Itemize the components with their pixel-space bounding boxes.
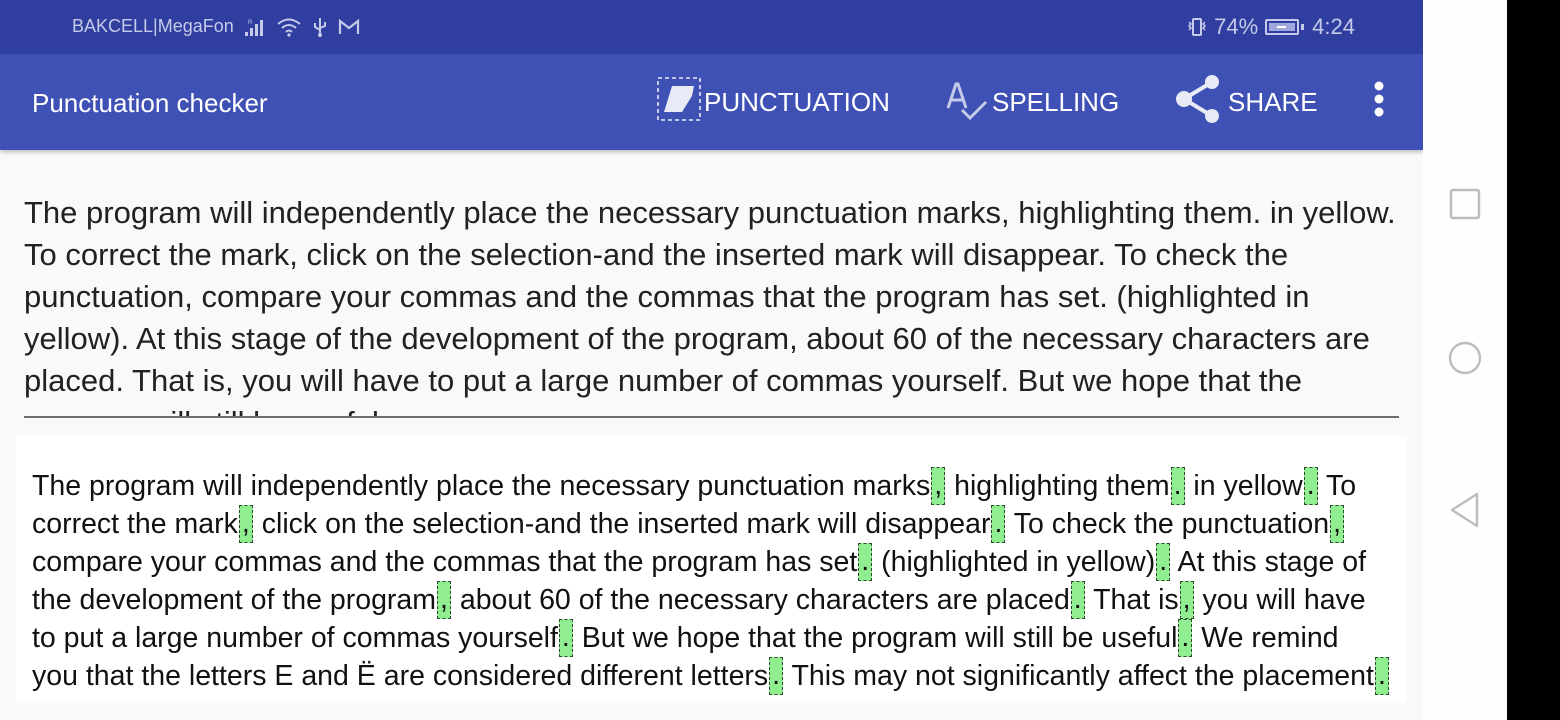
- back-icon: [1449, 492, 1481, 533]
- inserted-mark[interactable]: .: [991, 505, 1006, 543]
- punctuation-label: PUNCTUATION: [704, 86, 890, 117]
- clock: 4:24: [1312, 14, 1355, 39]
- status-left: BAKCELL|MegaFon R: [72, 16, 360, 37]
- punctuation-button[interactable]: PUNCTUATION: [656, 76, 890, 128]
- inserted-mark[interactable]: ,: [1179, 581, 1194, 619]
- spellcheck-icon: [944, 76, 990, 129]
- more-vert-icon: [1373, 81, 1385, 124]
- share-icon: [1172, 72, 1226, 133]
- recents-icon: [1449, 188, 1481, 225]
- screen-edge: [1507, 0, 1560, 720]
- result-text-segment: compare your commas and the commas that …: [32, 546, 858, 578]
- inserted-mark[interactable]: .: [1178, 619, 1193, 657]
- battery-percent: 74%: [1214, 14, 1259, 39]
- share-button[interactable]: SHARE: [1172, 74, 1318, 128]
- inserted-mark[interactable]: .: [1070, 581, 1085, 619]
- result-text-segment: about 60 of the necessary characters are…: [451, 584, 1070, 616]
- status-right: 74% 4:24: [1186, 14, 1355, 40]
- signal-icon: R: [244, 17, 266, 37]
- wifi-icon: [276, 17, 302, 37]
- result-text-segment: That is: [1085, 584, 1179, 616]
- result-text-segment: (highlighted in yellow): [873, 546, 1156, 578]
- result-text-segment: in yellow: [1185, 470, 1303, 502]
- result-text: The program will independently place the…: [32, 467, 1392, 695]
- inserted-mark[interactable]: .: [1374, 657, 1389, 695]
- input-underline: [24, 416, 1399, 418]
- inserted-mark[interactable]: .: [1303, 467, 1318, 505]
- inserted-mark[interactable]: ,: [1330, 505, 1344, 543]
- punctuation-icon: [656, 76, 702, 129]
- inserted-mark[interactable]: .: [558, 619, 573, 657]
- spelling-label: SPELLING: [992, 86, 1120, 117]
- back-button[interactable]: [1447, 492, 1483, 533]
- result-text-segment: The program will independently place the…: [32, 470, 931, 502]
- home-icon: [1448, 341, 1482, 380]
- result-text-segment: To check the punctuation: [1006, 508, 1330, 540]
- result-text-segment: click on the selection-and the inserted …: [253, 508, 991, 540]
- usb-icon: [312, 17, 328, 37]
- result-text-segment: highlighting them: [946, 470, 1170, 502]
- home-button[interactable]: [1447, 341, 1483, 380]
- inserted-mark[interactable]: ,: [238, 505, 253, 543]
- result-text-segment: But we hope that the program will still …: [573, 622, 1178, 654]
- gmail-icon: [338, 18, 360, 36]
- app-screen: BAKCELL|MegaFon R 74% 4:24 Punctuation c…: [0, 0, 1423, 720]
- result-text-segment: This may not significantly affect the pl…: [784, 660, 1374, 692]
- inserted-mark[interactable]: ,: [931, 467, 946, 505]
- navigation-bar: [1423, 0, 1507, 720]
- app-title: Punctuation checker: [32, 88, 268, 118]
- inserted-mark[interactable]: .: [1170, 467, 1185, 505]
- vibrate-icon: [1186, 16, 1208, 38]
- spelling-button[interactable]: SPELLING: [944, 76, 1119, 128]
- more-options-button[interactable]: [1364, 76, 1394, 128]
- inserted-mark[interactable]: .: [769, 657, 784, 695]
- inserted-mark[interactable]: .: [858, 543, 873, 581]
- recents-button[interactable]: [1447, 188, 1483, 224]
- text-input[interactable]: The program will independently place the…: [24, 192, 1404, 416]
- app-bar: Punctuation checker PUNCTUATION SPELLING…: [0, 54, 1423, 150]
- svg-text:R: R: [248, 20, 253, 26]
- share-label: SHARE: [1228, 86, 1318, 117]
- inserted-mark[interactable]: .: [1156, 543, 1171, 581]
- inserted-mark[interactable]: ,: [437, 581, 451, 619]
- result-panel: The program will independently place the…: [16, 435, 1407, 703]
- battery-charging-icon: [1264, 17, 1306, 37]
- input-area: The program will independently place the…: [0, 150, 1423, 426]
- status-bar: BAKCELL|MegaFon R 74% 4:24: [0, 0, 1423, 54]
- carrier-label: BAKCELL|MegaFon: [72, 16, 234, 36]
